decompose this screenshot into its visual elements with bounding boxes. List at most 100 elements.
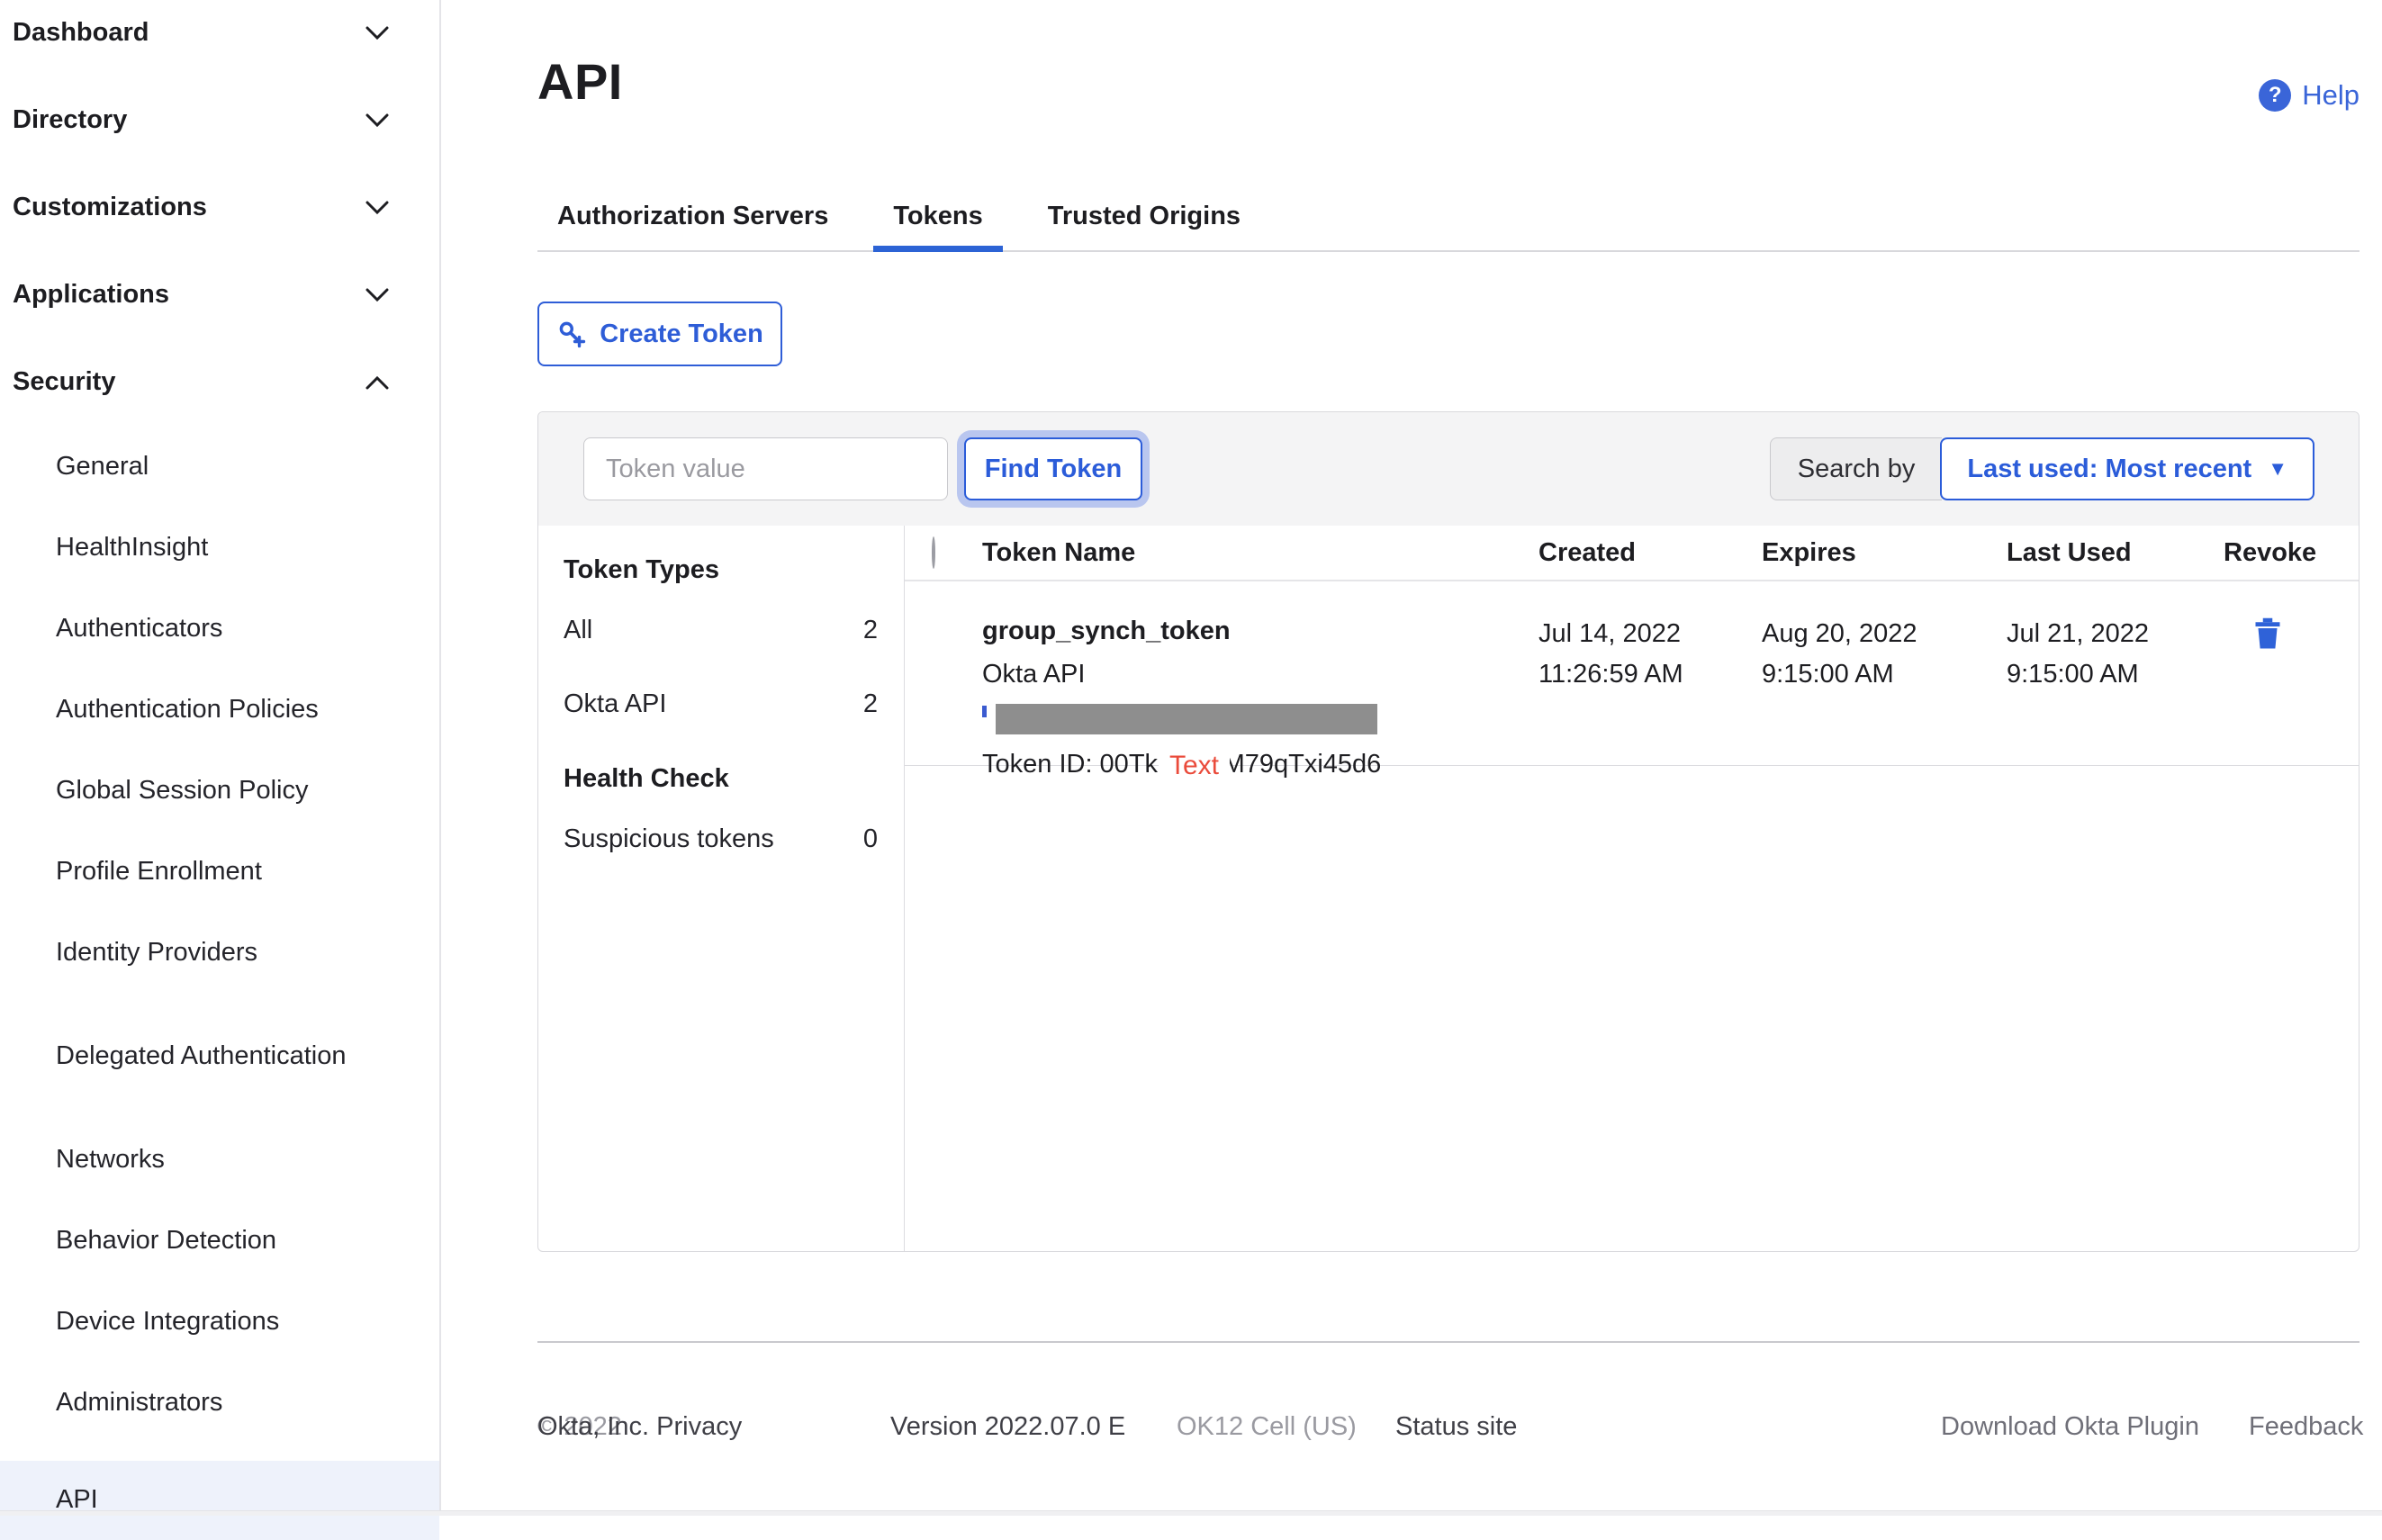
sort-dropdown-value: Last used: Most recent — [1967, 454, 2252, 483]
filter-suspicious-tokens[interactable]: Suspicious tokens 0 — [564, 806, 878, 871]
tab-trusted-origins[interactable]: Trusted Origins — [1028, 183, 1260, 250]
sidebar-item-general[interactable]: General — [0, 444, 439, 489]
cell-text: OK12 Cell (US) — [1177, 1412, 1357, 1441]
sidebar-item-global-session-policy[interactable]: Global Session Policy — [0, 768, 439, 813]
sidebar-item-label: Customizations — [13, 193, 207, 221]
sidebar-item-label: HealthInsight — [56, 532, 209, 562]
filter-count: 0 — [862, 824, 878, 853]
search-by-label: Search by — [1769, 437, 1943, 500]
token-types-panel: Token Types All 2 Okta API 2 Health Chec… — [538, 526, 905, 1251]
chevron-down-icon — [365, 26, 389, 40]
chevron-up-icon — [365, 375, 389, 389]
filter-okta-api[interactable]: Okta API 2 — [564, 671, 878, 736]
find-token-button[interactable]: Find Token — [964, 437, 1142, 500]
token-name: group_synch_token — [982, 617, 1231, 645]
sidebar-item-security[interactable]: Security — [0, 356, 439, 408]
sidebar-item-healthinsight[interactable]: HealthInsight — [0, 525, 439, 570]
sidebar-item-customizations[interactable]: Customizations — [0, 182, 439, 233]
feedback-link[interactable]: Feedback — [2249, 1407, 2363, 1446]
sidebar-item-label: Profile Enrollment — [56, 856, 262, 886]
sidebar-item-label: Networks — [56, 1144, 165, 1174]
filter-count: 2 — [862, 615, 878, 644]
sidebar-nav: Dashboard Directory Customizations Appli… — [0, 0, 441, 1540]
table-row: group_synch_token Okta API Token ID: 00T… — [905, 581, 2359, 781]
tab-bar: Authorization Servers Tokens Trusted Ori… — [537, 183, 2359, 252]
sidebar-item-delegated-authentication[interactable]: Delegated Authentication — [0, 1011, 439, 1101]
sidebar-item-directory[interactable]: Directory — [0, 95, 439, 146]
redacted-token-value — [996, 704, 1377, 734]
caret-down-icon: ▼ — [2268, 457, 2287, 480]
token-type: Okta API — [982, 660, 1086, 689]
sidebar-item-label: Global Session Policy — [56, 775, 309, 805]
col-revoke: Revoke — [2224, 537, 2317, 567]
token-search-bar: Find Token Search by Last used: Most rec… — [538, 412, 2359, 526]
sidebar-item-applications[interactable]: Applications — [0, 269, 439, 320]
download-plugin-link[interactable]: Download Okta Plugin — [1941, 1407, 2199, 1446]
sidebar-item-networks[interactable]: Networks — [0, 1137, 439, 1182]
token-id: Token ID: 00Tkaf7h4M79qTxi45d6 — [982, 750, 1382, 779]
sidebar-item-label: Authenticators — [56, 613, 223, 643]
sidebar-item-device-integrations[interactable]: Device Integrations — [0, 1299, 439, 1344]
sidebar-item-administrators[interactable]: Administrators — [0, 1380, 439, 1425]
chevron-down-icon — [365, 288, 389, 302]
help-icon: ? — [2259, 79, 2292, 112]
tokens-table: Token Name Created Expires Last Used Rev… — [905, 526, 2359, 1251]
health-check-title: Health Check — [564, 764, 729, 793]
help-label: Help — [2302, 79, 2359, 111]
chevron-down-icon — [365, 113, 389, 127]
page-title: API — [537, 53, 623, 110]
col-expires: Expires — [1762, 537, 1856, 567]
version-text: Version 2022.07.0 E — [890, 1412, 1126, 1441]
sort-dropdown[interactable]: Last used: Most recent ▼ — [1940, 437, 2314, 500]
key-plus-icon — [559, 321, 586, 348]
filter-label: Suspicious tokens — [564, 824, 774, 853]
col-token-name: Token Name — [982, 537, 1136, 567]
sidebar-item-label: Directory — [13, 105, 128, 134]
sidebar-item-profile-enrollment[interactable]: Profile Enrollment — [0, 849, 439, 894]
sidebar-item-api[interactable]: API — [0, 1461, 439, 1540]
select-all-radio[interactable] — [932, 536, 935, 569]
sidebar-item-behavior-detection[interactable]: Behavior Detection — [0, 1218, 439, 1263]
sidebar-item-label: Identity Providers — [56, 937, 258, 967]
sidebar-item-label: Applications — [13, 280, 170, 309]
sidebar-item-authentication-policies[interactable]: Authentication Policies — [0, 687, 439, 732]
tab-authorization-servers[interactable]: Authorization Servers — [537, 183, 848, 250]
redaction-tick — [982, 706, 987, 717]
sidebar-item-label: Dashboard — [13, 18, 149, 47]
footer: © 2022 Okta, Inc. Privacy Version 2022.0… — [537, 1407, 2363, 1446]
status-site-link[interactable]: Status site — [1395, 1407, 1517, 1446]
sidebar-item-label: General — [56, 451, 149, 481]
sidebar-item-identity-providers[interactable]: Identity Providers — [0, 930, 439, 975]
expires-cell: Aug 20, 2022 9:15:00 AM — [1762, 619, 1917, 689]
revoke-token-button[interactable] — [2251, 614, 2285, 656]
created-cell: Jul 14, 2022 11:26:59 AM — [1538, 619, 1683, 689]
sidebar-item-label: Delegated Authentication — [56, 1040, 347, 1070]
filter-all[interactable]: All 2 — [564, 598, 878, 662]
main-content: API ? Help Authorization Servers Tokens … — [441, 0, 2382, 1516]
col-last-used: Last Used — [2007, 537, 2132, 567]
sidebar-item-label: Behavior Detection — [56, 1225, 277, 1255]
filter-label: All — [564, 615, 593, 644]
help-link[interactable]: ? Help — [2259, 79, 2359, 112]
create-token-button[interactable]: Create Token — [537, 302, 782, 366]
tab-tokens[interactable]: Tokens — [873, 183, 1004, 252]
sidebar-item-label: Authentication Policies — [56, 694, 319, 724]
filter-count: 2 — [862, 689, 878, 718]
tokens-panel: Find Token Search by Last used: Most rec… — [537, 411, 2359, 1252]
filter-label: Okta API — [564, 689, 667, 718]
sidebar-item-label: Device Integrations — [56, 1306, 280, 1336]
okta-admin-screen: Dashboard Directory Customizations Appli… — [0, 0, 2382, 1540]
last-used-cell: Jul 21, 2022 9:15:00 AM — [2007, 619, 2150, 689]
sidebar-item-dashboard[interactable]: Dashboard — [0, 7, 439, 59]
sidebar-item-label: Security — [13, 367, 116, 396]
chevron-down-icon — [365, 201, 389, 214]
token-value-input[interactable] — [583, 437, 948, 500]
table-header-row: Token Name Created Expires Last Used Rev… — [905, 526, 2359, 581]
col-created: Created — [1538, 537, 1636, 567]
sidebar-item-label: Administrators — [56, 1387, 223, 1417]
create-token-label: Create Token — [600, 319, 763, 348]
sidebar-item-authenticators[interactable]: Authenticators — [0, 606, 439, 651]
company-privacy-link[interactable]: Okta, Inc. Privacy — [537, 1407, 742, 1446]
footer-divider — [537, 1341, 2359, 1343]
bottom-edge-strip — [0, 1510, 2382, 1516]
